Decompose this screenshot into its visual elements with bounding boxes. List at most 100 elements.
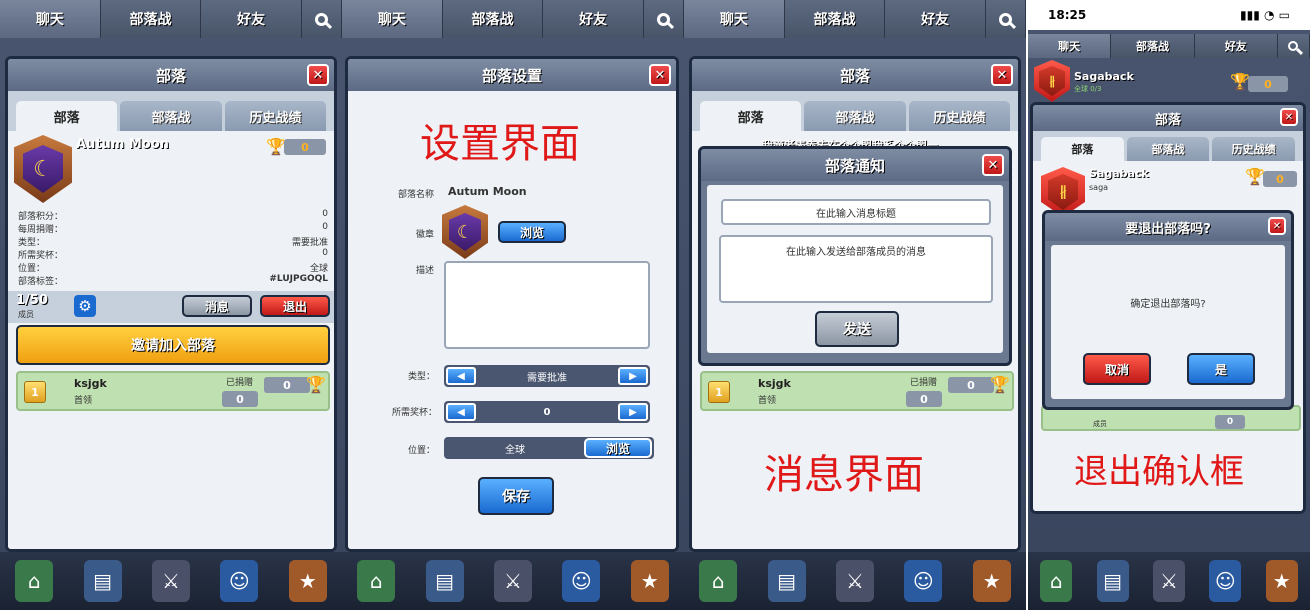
close-button[interactable]: ✕ (1268, 217, 1286, 235)
next-arrow-icon[interactable]: ▶ (618, 367, 648, 385)
send-button[interactable]: 发送 (815, 311, 899, 347)
battle-icon[interactable]: ⚔ (151, 560, 190, 602)
tab-history[interactable]: 历史战绩 (908, 101, 1010, 131)
cards-icon[interactable]: ▤ (1096, 560, 1129, 602)
social-icon[interactable]: ☺ (562, 560, 601, 602)
status-time: 18:25 (1048, 8, 1087, 22)
tab-history[interactable]: 历史战绩 (224, 101, 326, 131)
badge-browse-button[interactable]: 浏览 (498, 221, 566, 243)
tab-war[interactable]: 部落战 (1126, 137, 1210, 161)
cards-icon[interactable]: ▤ (425, 560, 464, 602)
search-button[interactable] (302, 0, 342, 38)
info-label: 每周捐赠： (18, 225, 64, 235)
battle-icon[interactable]: ⚔ (835, 560, 874, 602)
cards-icon[interactable]: ▤ (83, 560, 122, 602)
tab-chat[interactable]: 聊天 (342, 0, 443, 38)
events-icon[interactable]: ★ (630, 560, 669, 602)
tab-clan[interactable]: 部落 (1041, 137, 1124, 161)
name-value: Autum Moon (448, 185, 527, 198)
badge-label: 徽章 (416, 230, 435, 240)
close-button[interactable]: ✕ (1280, 108, 1298, 126)
close-button[interactable]: ✕ (991, 64, 1013, 86)
yes-button[interactable]: 是 (1187, 353, 1255, 385)
tab-clan-war[interactable]: 部落战 (442, 0, 544, 38)
location-browse-button[interactable]: 浏览 (584, 438, 652, 458)
events-icon[interactable]: ★ (288, 560, 327, 602)
members-label: 成员 (18, 310, 34, 319)
cancel-button[interactable]: 取消 (1083, 353, 1151, 385)
social-icon[interactable]: ☺ (904, 560, 943, 602)
trophy-count: 0 (284, 139, 326, 155)
prev-arrow-icon[interactable]: ◀ (446, 367, 476, 385)
type-value: 需要批准 (527, 372, 567, 384)
trophy-selector: ◀ 0 ▶ (444, 401, 650, 423)
shop-icon[interactable]: ⌂ (1040, 560, 1073, 602)
search-button[interactable] (644, 0, 684, 38)
close-button[interactable]: ✕ (982, 154, 1004, 176)
tab-clan-war[interactable]: 部落战 (100, 0, 202, 38)
shop-icon[interactable]: ⌂ (15, 560, 54, 602)
events-icon[interactable]: ★ (972, 560, 1011, 602)
tab-history[interactable]: 历史战绩 (1212, 137, 1296, 161)
info-label: 类型： (18, 238, 46, 248)
tab-chat[interactable]: 聊天 (684, 0, 785, 38)
donated-value: 0 (906, 391, 942, 407)
battle-icon[interactable]: ⚔ (493, 560, 532, 602)
info-value: #LUJPGOQL (269, 274, 328, 284)
settings-dialog: 部落设置 ✕ 设置界面 部落名称 Autum Moon 徽章 ☾ 浏览 描述 类型… (345, 56, 679, 552)
panel-clan-info: 聊天 部落战 好友 部落 ✕ 部落 部落战 历史战绩 ☾ Autum Moon 🏆… (0, 0, 342, 610)
message-input[interactable]: 在此输入发送给部落成员的消息 (719, 235, 993, 303)
tab-friends[interactable]: 好友 (201, 0, 303, 38)
close-button[interactable]: ✕ (307, 64, 329, 86)
tab-friends[interactable]: 好友 (543, 0, 645, 38)
tab-chat[interactable]: 聊天 (0, 0, 101, 38)
message-button[interactable]: 消息 (182, 295, 252, 317)
social-icon[interactable]: ☺ (1209, 560, 1242, 602)
description-input[interactable] (444, 261, 650, 349)
settings-gear-icon[interactable]: ⚙ (74, 295, 96, 317)
events-icon[interactable]: ★ (1265, 560, 1298, 602)
member-trophies: 0 (948, 377, 994, 393)
prev-arrow-icon[interactable]: ◀ (446, 403, 476, 421)
tab-war[interactable]: 部落战 (804, 101, 906, 131)
search-button[interactable] (986, 0, 1026, 38)
search-button[interactable] (1277, 34, 1310, 58)
clan-sub: 全球 0/3 (1074, 85, 1102, 93)
tab-clan-war[interactable]: 部落战 (1111, 34, 1195, 58)
tab-clan[interactable]: 部落 (16, 101, 118, 131)
member-row[interactable]: 1 ksjgk 首领 已捐赠 0 0 🏆 (700, 371, 1014, 411)
battle-icon[interactable]: ⚔ (1152, 560, 1185, 602)
subject-input[interactable]: 在此输入消息标题 (721, 199, 991, 225)
dialog-title: 部落 (839, 66, 870, 85)
tab-clan[interactable]: 部落 (700, 101, 802, 131)
leave-button[interactable]: 退出 (260, 295, 330, 317)
member-row[interactable]: 1 ksjgk 首领 已捐赠 0 0 🏆 (16, 371, 330, 411)
notice-dialog: 部落通知 ✕ 在此输入消息标题 在此输入发送给部落成员的消息 发送 (698, 146, 1012, 366)
tab-friends[interactable]: 好友 (1194, 34, 1278, 58)
search-icon (999, 12, 1013, 26)
save-button[interactable]: 保存 (478, 477, 554, 515)
trophy-value: 0 (543, 406, 551, 418)
trophy-label: 所需奖杯： (392, 408, 438, 418)
desc-label: 描述 (416, 266, 435, 276)
tab-war[interactable]: 部落战 (120, 101, 222, 131)
shop-icon[interactable]: ⌂ (699, 560, 738, 602)
invite-button[interactable]: 邀请加入部落 (16, 325, 330, 365)
member-role: 首领 (74, 396, 93, 406)
cards-icon[interactable]: ▤ (767, 560, 806, 602)
close-button[interactable]: ✕ (649, 64, 671, 86)
next-arrow-icon[interactable]: ▶ (618, 403, 648, 421)
dialog-title: 部落 (155, 66, 186, 85)
location-value: 全球 (505, 444, 525, 456)
tab-clan-war[interactable]: 部落战 (784, 0, 886, 38)
tab-chat[interactable]: 聊天 (1028, 34, 1112, 58)
shop-icon[interactable]: ⌂ (357, 560, 396, 602)
overlay-label: 退出确认框 (1074, 452, 1244, 492)
donated-label: 已捐赠 (910, 378, 938, 388)
tab-friends[interactable]: 好友 (885, 0, 987, 38)
bottom-nav: ⌂ ▤ ⚔ ☺ ★ (0, 552, 342, 610)
panel-leave-confirm: 18:25 ▮▮▮ ◔ ▭ 聊天 部落战 好友 ∦ Sagaback 全球 0/… (1028, 0, 1310, 610)
rank-badge: 1 (708, 381, 730, 403)
social-icon[interactable]: ☺ (220, 560, 259, 602)
trophy-icon: 🏆 (1230, 72, 1250, 91)
